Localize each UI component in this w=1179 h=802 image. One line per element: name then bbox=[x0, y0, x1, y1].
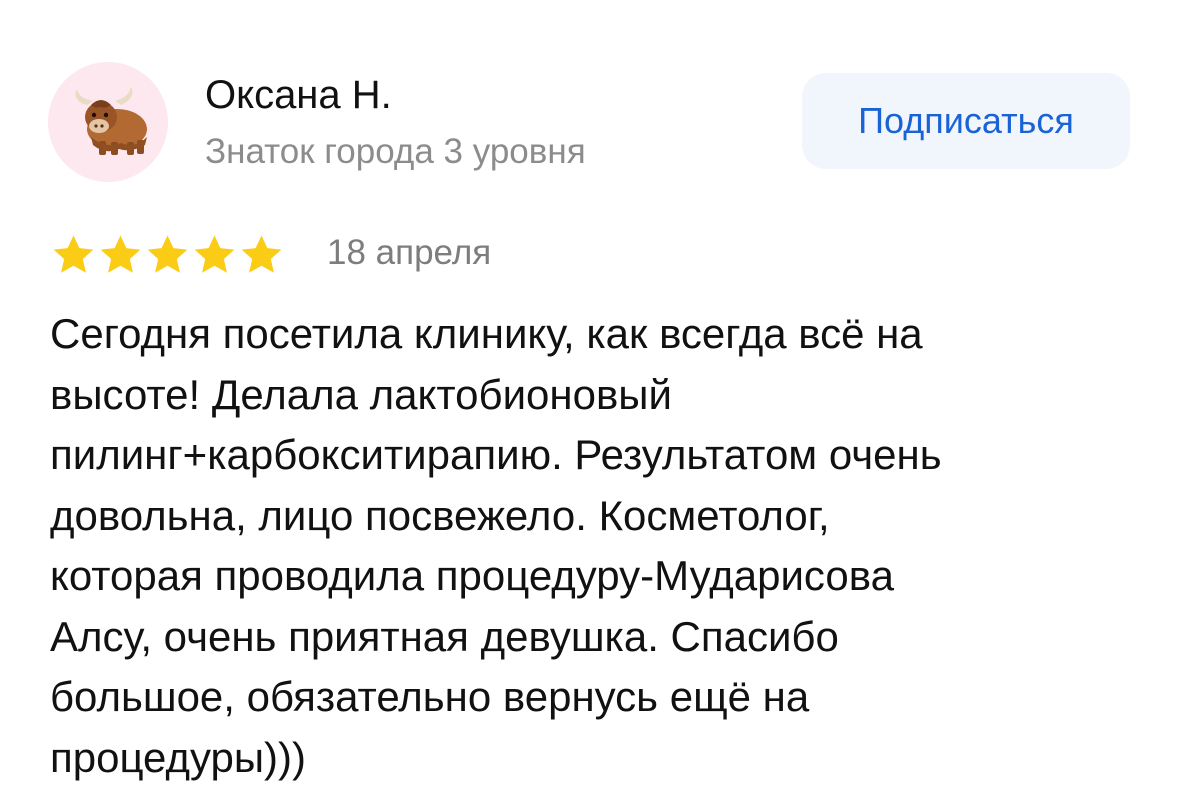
subscribe-button[interactable]: Подписаться bbox=[802, 73, 1130, 169]
yak-icon bbox=[75, 87, 147, 155]
review-card: Оксана Н. Знаток города 3 уровня Подписа… bbox=[0, 0, 1179, 802]
star-icon bbox=[194, 235, 235, 273]
author-level: Знаток города 3 уровня bbox=[205, 132, 586, 171]
star-rating bbox=[50, 234, 285, 276]
avatar[interactable] bbox=[48, 62, 168, 182]
author-name[interactable]: Оксана Н. bbox=[205, 70, 392, 120]
star-icon bbox=[147, 235, 188, 273]
star-icon bbox=[241, 235, 282, 273]
star-icon bbox=[53, 235, 94, 273]
review-text: Сегодня посетила клинику, как всегда всё… bbox=[50, 310, 942, 781]
star-icon bbox=[100, 235, 141, 273]
review-date: 18 апреля bbox=[327, 233, 492, 272]
